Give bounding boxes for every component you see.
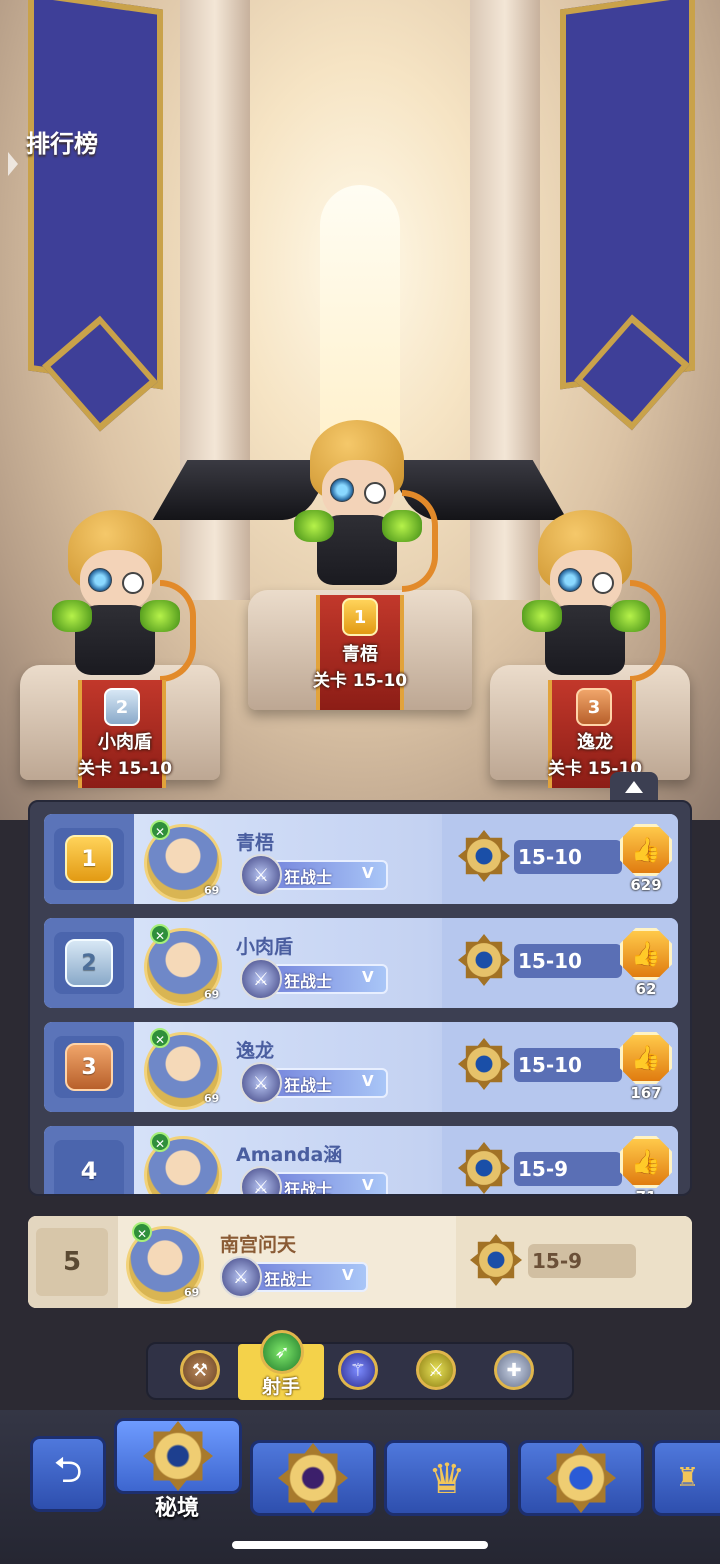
hero-third-place[interactable] <box>510 510 666 682</box>
like-count: 71 <box>606 1188 678 1194</box>
stage-score: 15-10 <box>518 1053 582 1077</box>
berserker-class-icon: ⚔ <box>240 958 282 1000</box>
player-level: 69 <box>184 1286 200 1299</box>
class-filter-label[interactable]: 射手 <box>238 1372 324 1399</box>
left-banner <box>28 0 163 432</box>
rank-badge: 2 <box>65 939 113 987</box>
nav-tab-crown[interactable]: ♛ <box>384 1440 510 1516</box>
rank-badge: 3 <box>65 1043 113 1091</box>
like-count: 62 <box>635 980 657 998</box>
stage-score: 15-10 <box>518 845 582 869</box>
podium-name-third: 逸龙 <box>577 732 613 753</box>
class-tier: V <box>362 1072 374 1090</box>
stage-score: 15-9 <box>518 1157 569 1181</box>
page-title: 排行榜 <box>26 130 98 158</box>
collapse-list-button[interactable] <box>610 772 658 802</box>
staff-class-icon[interactable]: ⚚ <box>338 1350 378 1390</box>
back-arrow-icon[interactable] <box>8 152 18 176</box>
class-tier: V <box>342 1266 354 1284</box>
table-row[interactable]: 1 ✕ 69 青梧 ⚔ 狂战士 V 15-10 👍 629 <box>44 814 678 904</box>
home-indicator[interactable] <box>232 1541 488 1549</box>
player-name: 南宫问天 <box>220 1234 297 1256</box>
bow-class-icon[interactable]: ➶ <box>260 1330 304 1374</box>
class-label: 狂战士 <box>284 1076 333 1095</box>
close-badge-icon: ✕ <box>150 1132 170 1152</box>
player-level: 69 <box>204 884 220 897</box>
back-button[interactable]: ⮌ <box>30 1436 106 1512</box>
close-badge-icon: ✕ <box>150 924 170 944</box>
player-name: 小肉盾 <box>236 936 294 958</box>
player-name: 青梧 <box>236 832 275 854</box>
podium-stage-first: 关卡 15-10 <box>312 671 408 691</box>
trophy-icon: ♜ <box>675 1463 700 1493</box>
close-badge-icon: ✕ <box>150 1028 170 1048</box>
podium-stage-second: 关卡 15-10 <box>77 759 173 779</box>
player-level: 69 <box>204 1092 220 1105</box>
class-tier: V <box>362 1176 374 1194</box>
class-label: 狂战士 <box>284 972 333 991</box>
rank-badge: 1 <box>65 835 113 883</box>
berserker-class-icon: ⚔ <box>240 854 282 896</box>
crown-icon: ♛ <box>428 1453 466 1503</box>
own-rank-row[interactable]: 5 ✕ 69 南宫问天 ⚔ 狂战士 V 15-9 <box>28 1216 692 1308</box>
class-tier: V <box>362 864 374 882</box>
podium-rank-badge-second: 2 <box>104 688 140 726</box>
stage-score: 15-10 <box>518 949 582 973</box>
axe-class-icon[interactable]: ⚒ <box>180 1350 220 1390</box>
ranking-list[interactable]: 1 ✕ 69 青梧 ⚔ 狂战士 V 15-10 👍 629 2 ✕ 69 小肉盾… <box>28 800 692 1196</box>
table-row[interactable]: 2 ✕ 69 小肉盾 ⚔ 狂战士 V 15-10 👍 62 <box>44 918 678 1008</box>
class-label: 狂战士 <box>264 1270 313 1289</box>
nav-tab-star-medal[interactable] <box>518 1440 644 1516</box>
right-banner <box>560 0 695 431</box>
thumbs-up-icon[interactable]: 👍 <box>620 1032 672 1084</box>
cross-class-icon[interactable]: ✚ <box>494 1350 534 1390</box>
close-badge-icon: ✕ <box>132 1222 152 1242</box>
like-count: 167 <box>630 1084 662 1102</box>
podium-rank-badge-third: 3 <box>576 688 612 726</box>
purple-gem-medal-icon <box>278 1443 348 1513</box>
podium-rank-badge-first: 1 <box>342 598 378 636</box>
table-row[interactable]: 4 ✕ 69 Amanda涵 ⚔ 狂战士 V 15-9 👍 71 <box>44 1126 678 1196</box>
class-label: 狂战士 <box>284 1180 333 1196</box>
sword-class-icon[interactable]: ⚔ <box>416 1350 456 1390</box>
nav-tab-secret-realm[interactable] <box>114 1418 242 1494</box>
hero-second-place[interactable] <box>40 510 196 682</box>
like-count: 629 <box>630 876 662 894</box>
player-level: 69 <box>204 988 220 1001</box>
nav-tab-partial[interactable]: ♜ <box>652 1440 720 1516</box>
berserker-class-icon: ⚔ <box>240 1062 282 1104</box>
hero-first-place[interactable] <box>282 420 438 592</box>
berserker-class-icon: ⚔ <box>220 1256 262 1298</box>
berserker-class-icon: ⚔ <box>240 1166 282 1194</box>
player-name: 逸龙 <box>236 1040 275 1062</box>
chevron-up-icon <box>625 781 643 793</box>
class-tier: V <box>362 968 374 986</box>
close-badge-icon: ✕ <box>150 820 170 840</box>
rank-number: 5 <box>36 1228 108 1296</box>
player-name: Amanda涵 <box>236 1144 343 1166</box>
stage-score: 15-9 <box>532 1249 583 1273</box>
secret-realm-medal-icon <box>143 1421 213 1491</box>
table-row[interactable]: 3 ✕ 69 逸龙 ⚔ 狂战士 V 15-10 👍 167 <box>44 1022 678 1112</box>
podium-name-first: 青梧 <box>342 644 378 665</box>
rank-number: 4 <box>80 1157 98 1185</box>
return-arrow-icon: ⮌ <box>53 1449 83 1491</box>
thumbs-up-icon[interactable]: 👍 <box>620 1136 672 1188</box>
nav-tab-dark-medal[interactable] <box>250 1440 376 1516</box>
nav-tab-label-active: 秘境 <box>154 1496 199 1521</box>
class-label: 狂战士 <box>284 868 333 887</box>
podium-name-second: 小肉盾 <box>98 732 152 753</box>
star-medal-icon <box>546 1443 616 1513</box>
